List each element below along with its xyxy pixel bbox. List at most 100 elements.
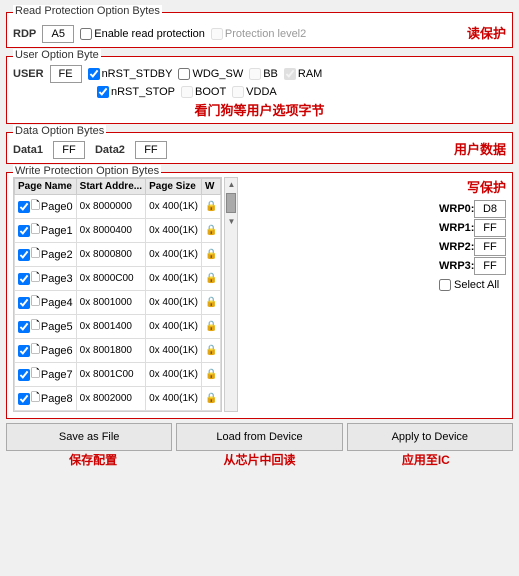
table-row: 🗋 Page3 0x 8000C00 0x 400(1K) 🔒 bbox=[15, 267, 221, 291]
select-all-label: Select All bbox=[454, 279, 499, 291]
main-container: Read Protection Option Bytes RDP Enable … bbox=[0, 0, 519, 472]
nrst-stop-check[interactable]: nRST_STOP bbox=[97, 86, 175, 98]
page-addr-cell: 0x 8000C00 bbox=[76, 267, 145, 291]
lock-icon: 🔒 bbox=[205, 345, 217, 356]
page-size-cell: 0x 400(1K) bbox=[146, 219, 202, 243]
table-row: 🗋 Page1 0x 8000400 0x 400(1K) 🔒 bbox=[15, 219, 221, 243]
page-size-cell: 0x 400(1K) bbox=[146, 243, 202, 267]
select-all-row[interactable]: Select All bbox=[439, 279, 499, 291]
wdg-sw-check[interactable]: WDG_SW bbox=[178, 68, 243, 80]
write-protection-label: Write Protection Option Bytes bbox=[13, 165, 161, 177]
page-icon: 🗋 bbox=[31, 221, 40, 240]
page-name: Page6 bbox=[41, 345, 73, 357]
page-icon: 🗋 bbox=[31, 245, 40, 264]
page-check-input[interactable] bbox=[18, 201, 30, 213]
table-row: 🗋 Page5 0x 8001400 0x 400(1K) 🔒 bbox=[15, 315, 221, 339]
page-check-input[interactable] bbox=[18, 249, 30, 261]
page-lock-cell: 🔒 bbox=[202, 315, 221, 339]
page-icon: 🗋 bbox=[31, 197, 40, 216]
apply-device-button[interactable]: Apply to Device bbox=[347, 423, 513, 451]
page-check-input[interactable] bbox=[18, 225, 30, 237]
data-option-annotation: 用户数据 bbox=[454, 139, 506, 158]
page-check-input[interactable] bbox=[18, 345, 30, 357]
page-check-input[interactable] bbox=[18, 273, 30, 285]
nrst-stdby-check[interactable]: nRST_STDBY bbox=[88, 68, 173, 80]
wpr-row-2: WRP2: bbox=[439, 238, 506, 256]
page-row-check[interactable]: 🗋 Page1 bbox=[18, 221, 73, 240]
page-lock-cell: 🔒 bbox=[202, 219, 221, 243]
page-row-check[interactable]: 🗋 Page7 bbox=[18, 365, 73, 384]
wpr-label-0: WRP0: bbox=[439, 203, 471, 215]
boot-label: BOOT bbox=[195, 86, 226, 98]
page-addr-cell: 0x 8001800 bbox=[76, 339, 145, 363]
page-row-check[interactable]: 🗋 Page2 bbox=[18, 245, 73, 264]
user-value-field[interactable] bbox=[50, 65, 82, 83]
wdg-sw-input[interactable] bbox=[178, 68, 190, 80]
user-opt-row1: USER nRST_STDBY WDG_SW BB RAM bbox=[13, 65, 506, 83]
scroll-down-arrow[interactable]: ▼ bbox=[228, 215, 236, 228]
wpr-label-2: WRP2: bbox=[439, 241, 471, 253]
enable-read-prot-label: Enable read protection bbox=[94, 28, 205, 40]
page-name: Page4 bbox=[41, 297, 73, 309]
page-row-check[interactable]: 🗋 Page3 bbox=[18, 269, 73, 288]
page-row-check[interactable]: 🗋 Page8 bbox=[18, 389, 73, 408]
prot-level2-label: Protection level2 bbox=[225, 28, 306, 40]
page-name-cell: 🗋 Page1 bbox=[15, 219, 77, 243]
wpr-field-3[interactable] bbox=[474, 257, 506, 275]
user-opt-row2: nRST_STOP BOOT VDDA bbox=[13, 86, 506, 98]
page-name-cell: 🗋 Page7 bbox=[15, 363, 77, 387]
bb-input bbox=[249, 68, 261, 80]
rdp-value-field[interactable] bbox=[42, 25, 74, 43]
page-check-input[interactable] bbox=[18, 321, 30, 333]
page-name: Page0 bbox=[41, 201, 73, 213]
page-size-cell: 0x 400(1K) bbox=[146, 363, 202, 387]
scrollbar[interactable]: ▲ ▼ bbox=[224, 177, 238, 412]
table-row: 🗋 Page0 0x 8000000 0x 400(1K) 🔒 bbox=[15, 195, 221, 219]
select-all-input[interactable] bbox=[439, 279, 451, 291]
page-row-check[interactable]: 🗋 Page4 bbox=[18, 293, 73, 312]
page-row-check[interactable]: 🗋 Page0 bbox=[18, 197, 73, 216]
data2-field[interactable] bbox=[135, 141, 167, 159]
bb-check: BB bbox=[249, 68, 278, 80]
page-name-cell: 🗋 Page4 bbox=[15, 291, 77, 315]
prot-level2-checkbox[interactable]: Protection level2 bbox=[211, 28, 306, 40]
annotations-row: 保存配置 从芯片中回读 应用至IC bbox=[6, 451, 513, 468]
wpr-row-0: WRP0: bbox=[439, 200, 506, 218]
page-name: Page1 bbox=[41, 225, 73, 237]
wpr-field-1[interactable] bbox=[474, 219, 506, 237]
page-check-input[interactable] bbox=[18, 297, 30, 309]
boot-input bbox=[181, 86, 193, 98]
enable-read-prot-checkbox[interactable]: Enable read protection bbox=[80, 28, 205, 40]
write-protection-table: Page Name Start Addre... Page Size W 🗋 P… bbox=[14, 178, 221, 411]
nrst-stop-input[interactable] bbox=[97, 86, 109, 98]
lock-icon: 🔒 bbox=[205, 249, 217, 260]
page-name: Page2 bbox=[41, 249, 73, 261]
save-file-button[interactable]: Save as File bbox=[6, 423, 172, 451]
boot-check: BOOT bbox=[181, 86, 226, 98]
page-row-check[interactable]: 🗋 Page6 bbox=[18, 341, 73, 360]
page-name-cell: 🗋 Page5 bbox=[15, 315, 77, 339]
scroll-thumb[interactable] bbox=[226, 193, 236, 213]
enable-read-prot-input[interactable] bbox=[80, 28, 92, 40]
page-check-input[interactable] bbox=[18, 393, 30, 405]
page-name: Page8 bbox=[41, 393, 73, 405]
nrst-stdby-input[interactable] bbox=[88, 68, 100, 80]
page-row-check[interactable]: 🗋 Page5 bbox=[18, 317, 73, 336]
data1-field[interactable] bbox=[53, 141, 85, 159]
vdda-label: VDDA bbox=[246, 86, 277, 98]
page-lock-cell: 🔒 bbox=[202, 267, 221, 291]
load-annotation: 从芯片中回读 bbox=[223, 451, 295, 468]
page-addr-cell: 0x 8000000 bbox=[76, 195, 145, 219]
wpr-field-0[interactable] bbox=[474, 200, 506, 218]
page-addr-cell: 0x 8000400 bbox=[76, 219, 145, 243]
scroll-up-arrow[interactable]: ▲ bbox=[228, 178, 236, 191]
data1-label: Data1 bbox=[13, 144, 43, 156]
wpr-field-2[interactable] bbox=[474, 238, 506, 256]
bottom-buttons: Save as File Load from Device Apply to D… bbox=[6, 423, 513, 451]
user-label: USER bbox=[13, 68, 44, 80]
load-device-button[interactable]: Load from Device bbox=[176, 423, 342, 451]
lock-icon: 🔒 bbox=[205, 369, 217, 380]
read-prot-annotation: 读保护 bbox=[467, 23, 506, 42]
table-row: 🗋 Page7 0x 8001C00 0x 400(1K) 🔒 bbox=[15, 363, 221, 387]
page-check-input[interactable] bbox=[18, 369, 30, 381]
